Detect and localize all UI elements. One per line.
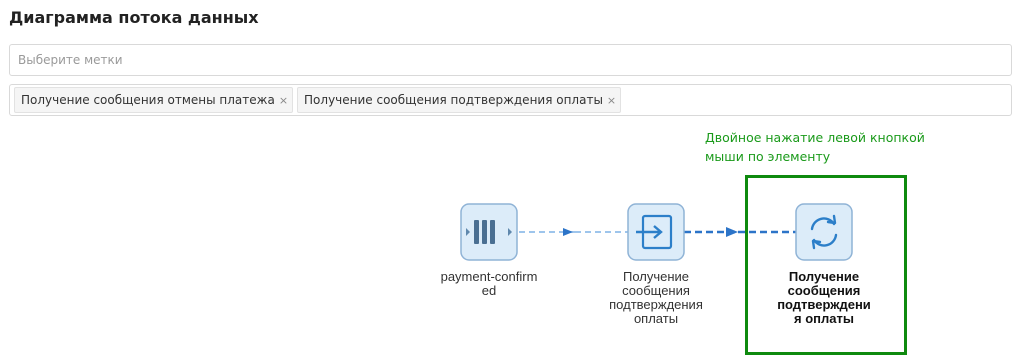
label-line: сообщения	[622, 283, 690, 298]
node-queue-label: payment-confirm ed	[420, 270, 558, 298]
node-queue[interactable]	[460, 203, 518, 261]
edge-arrowhead	[563, 228, 573, 236]
double-click-highlight-frame	[745, 175, 907, 355]
label-line: Получение	[622, 269, 690, 284]
node-receive-message[interactable]	[627, 203, 685, 261]
label-line: ed	[481, 283, 497, 298]
node-receive-message-label: Получение сообщения подтверждения оплаты	[590, 270, 722, 326]
edge-arrowhead	[726, 227, 738, 237]
label-line: оплаты	[633, 311, 679, 326]
label-line: подтверждения	[609, 297, 703, 312]
label-line: payment-confirm	[440, 269, 538, 284]
